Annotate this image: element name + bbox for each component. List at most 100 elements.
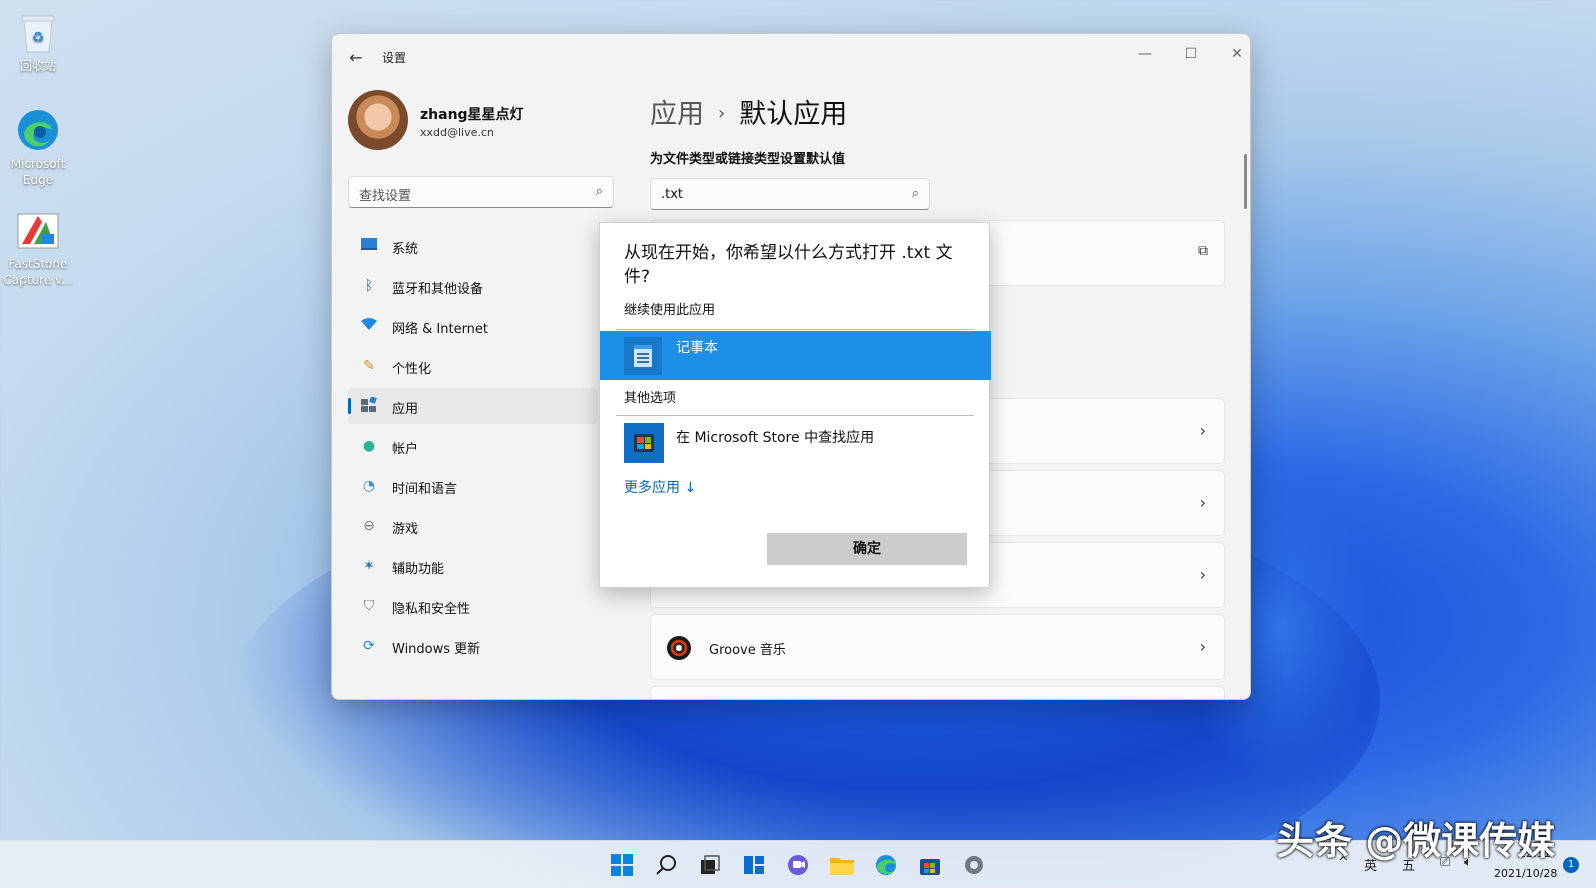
sidebar-item-label: 应用	[392, 402, 419, 417]
active-indicator	[348, 398, 351, 414]
search-icon: ⌕	[595, 184, 603, 199]
desktop-icon-recycle-bin[interactable]: ♻ 回收站	[0, 10, 76, 74]
edge-icon	[16, 108, 60, 152]
app-option-notepad[interactable]: 记事本	[600, 331, 991, 380]
recycle-bin-icon: ♻	[16, 10, 60, 54]
sidebar-item-accessibility[interactable]: ✶ 辅助功能	[348, 548, 598, 584]
sidebar-item-label: Windows 更新	[392, 642, 481, 657]
scrollbar[interactable]	[1244, 154, 1247, 209]
user-name: zhang星星点灯	[420, 107, 524, 123]
microsoft-store-icon	[624, 423, 664, 463]
start-icon[interactable]	[606, 849, 638, 881]
apps-icon	[360, 396, 378, 415]
sidebar-item-label: 帐户	[392, 442, 419, 457]
divider	[616, 329, 974, 330]
chevron-right-icon: ›	[1199, 421, 1206, 440]
chevron-right-icon: ›	[1199, 637, 1206, 656]
sidebar-item-gaming[interactable]: ⊖ 游戏	[348, 508, 598, 544]
search-icon: ⌕	[911, 186, 919, 201]
title-bar: ← 设置 — ☐ ✕	[332, 34, 1250, 82]
sidebar-item-label: 个性化	[392, 362, 432, 377]
back-arrow-icon[interactable]: ←	[346, 48, 366, 68]
page-subtitle: 为文件类型或链接类型设置默认值	[650, 152, 846, 167]
store-option-label: 在 Microsoft Store 中查找应用	[676, 430, 875, 446]
clock-globe-icon: ◔	[362, 478, 376, 494]
sidebar-item-label: 蓝牙和其他设备	[392, 282, 484, 297]
desktop-icon-label: FastStone Capture v...	[3, 257, 73, 287]
open-with-dialog: 从现在开始，你希望以什么方式打开 .txt 文件? 继续使用此应用 记事本 其他…	[599, 222, 991, 588]
sidebar-item-label: 网络 & Internet	[392, 322, 489, 337]
sidebar-item-bluetooth[interactable]: ᛒ 蓝牙和其他设备	[348, 268, 598, 304]
faststone-capture-icon	[16, 208, 60, 252]
breadcrumb-separator: ›	[718, 103, 726, 124]
file-explorer-icon[interactable]	[826, 849, 858, 881]
continue-section-header: 继续使用此应用	[624, 303, 716, 318]
groove-music-icon	[667, 636, 691, 660]
dialog-question: 从现在开始，你希望以什么方式打开 .txt 文件?	[624, 243, 953, 287]
wifi-icon	[360, 317, 378, 335]
file-type-search-input[interactable]: .txt ⌕	[650, 178, 930, 210]
sidebar-item-network[interactable]: 网络 & Internet	[348, 308, 598, 344]
sidebar-item-label: 时间和语言	[392, 482, 458, 497]
divider	[616, 415, 974, 416]
widgets-icon[interactable]	[738, 849, 770, 881]
sidebar-item-personalization[interactable]: ✎ 个性化	[348, 348, 598, 384]
minimize-button[interactable]: —	[1129, 42, 1161, 66]
desktop-icon-label: 回收站	[19, 59, 56, 73]
sidebar-item-system[interactable]: 系统	[348, 228, 598, 264]
app-card-partial	[650, 686, 1225, 699]
ok-button[interactable]: 确定	[767, 533, 967, 565]
bluetooth-icon: ᛒ	[364, 278, 374, 294]
settings-gear-icon[interactable]	[958, 849, 990, 881]
desktop-icon-label: Microsoft Edge	[10, 157, 66, 187]
chat-icon[interactable]	[782, 849, 814, 881]
accessibility-icon: ✶	[363, 558, 375, 574]
sidebar-item-label: 辅助功能	[392, 562, 445, 577]
sidebar-item-accounts[interactable]: ● 帐户	[348, 428, 598, 464]
user-email: xxdd@live.cn	[420, 126, 494, 139]
chevron-right-icon: ›	[1199, 493, 1206, 512]
brush-icon: ✎	[363, 358, 375, 374]
sidebar-item-label: 系统	[392, 242, 419, 257]
settings-search-input[interactable]: 查找设置 ⌕	[348, 176, 614, 208]
store-option[interactable]: 在 Microsoft Store 中查找应用	[600, 419, 991, 467]
svg-text:♻: ♻	[32, 30, 45, 46]
page-title: 默认应用	[739, 99, 848, 130]
breadcrumb-parent[interactable]: 应用	[650, 99, 704, 130]
file-type-search-value: .txt	[661, 187, 684, 202]
sidebar-nav: 系统 ᛒ 蓝牙和其他设备 网络 & Internet ✎ 个性化 应用 ● 帐户…	[348, 228, 598, 668]
search-icon[interactable]	[650, 849, 682, 881]
sidebar-item-windows-update[interactable]: ⟳ Windows 更新	[348, 628, 598, 664]
sidebar-item-privacy[interactable]: ⛉ 隐私和安全性	[348, 588, 598, 624]
microsoft-store-icon[interactable]	[914, 849, 946, 881]
notepad-icon	[624, 337, 662, 375]
desktop-icon-faststone[interactable]: FastStone Capture v...	[0, 208, 76, 288]
external-link-icon: ⧉	[1198, 243, 1208, 259]
close-button[interactable]: ✕	[1221, 42, 1250, 66]
card-label: Groove 音乐	[709, 643, 786, 658]
edge-icon[interactable]	[870, 849, 902, 881]
person-icon: ●	[362, 438, 376, 454]
clock-date[interactable]: 2021/10/28	[1494, 867, 1557, 880]
avatar	[348, 90, 408, 150]
breadcrumb: 应用 › 默认应用	[650, 92, 847, 131]
update-icon: ⟳	[363, 638, 375, 654]
more-apps-link[interactable]: 更多应用 ↓	[624, 477, 696, 497]
notification-badge[interactable]: 1	[1563, 857, 1579, 873]
gamepad-icon: ⊖	[363, 518, 375, 534]
sidebar-item-apps[interactable]: 应用	[348, 388, 598, 424]
window-title: 设置	[382, 51, 407, 65]
sidebar-item-time-language[interactable]: ◔ 时间和语言	[348, 468, 598, 504]
app-card-groove[interactable]: Groove 音乐 ›	[650, 614, 1225, 680]
search-placeholder: 查找设置	[359, 189, 412, 204]
maximize-button[interactable]: ☐	[1175, 42, 1207, 66]
other-section-header: 其他选项	[624, 391, 677, 406]
task-view-icon[interactable]	[694, 849, 726, 881]
app-option-label: 记事本	[676, 340, 718, 356]
monitor-icon	[360, 237, 378, 255]
sidebar-item-label: 游戏	[392, 522, 419, 537]
chevron-right-icon: ›	[1199, 565, 1206, 584]
shield-icon: ⛉	[363, 598, 375, 614]
desktop-icon-edge[interactable]: Microsoft Edge	[0, 108, 76, 188]
watermark: 头条 @微课传媒	[1276, 819, 1556, 863]
